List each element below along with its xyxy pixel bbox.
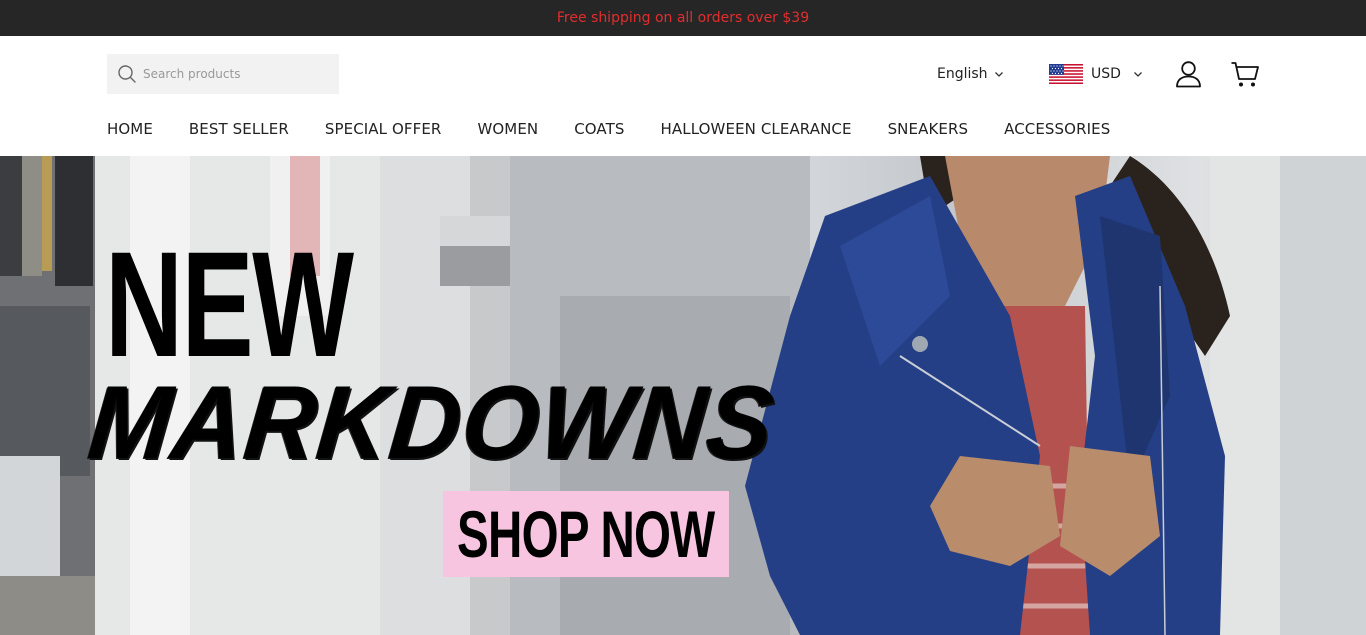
shop-now-button[interactable]: SHOP NOW: [443, 491, 729, 577]
shop-now-label: SHOP NOW: [457, 497, 715, 571]
search-icon[interactable]: [117, 64, 137, 84]
user-icon[interactable]: [1175, 60, 1202, 88]
nav-item-sneakers[interactable]: SNEAKERS: [888, 120, 969, 138]
nav-item-halloween-clearance[interactable]: HALLOWEEN CLEARANCE: [661, 120, 852, 138]
chevron-down-icon: [994, 69, 1004, 79]
site-header: English: [0, 36, 1366, 156]
hero-banner[interactable]: NEW MARKDOWNS SHOP NOW: [0, 156, 1366, 635]
currency-selector[interactable]: USD: [1049, 62, 1143, 86]
language-selector[interactable]: English: [937, 64, 1004, 84]
hero-headline-markdowns: MARKDOWNS: [83, 365, 781, 481]
us-flag-icon: [1049, 64, 1083, 84]
language-label: English: [937, 66, 988, 82]
search-input[interactable]: [143, 67, 323, 81]
nav-item-special-offer[interactable]: SPECIAL OFFER: [325, 120, 442, 138]
main-nav: HOME BEST SELLER SPECIAL OFFER WOMEN COA…: [107, 118, 1146, 140]
nav-item-coats[interactable]: COATS: [574, 120, 624, 138]
cart-icon[interactable]: [1230, 60, 1260, 88]
nav-item-best-seller[interactable]: BEST SELLER: [189, 120, 289, 138]
search-box[interactable]: [107, 54, 339, 94]
nav-item-women[interactable]: WOMEN: [477, 120, 538, 138]
announcement-bar: Free shipping on all orders over $39: [0, 0, 1366, 36]
nav-item-home[interactable]: HOME: [107, 120, 153, 138]
chevron-down-icon: [1133, 69, 1143, 79]
hero-headline-new: NEW: [105, 220, 354, 388]
nav-item-accessories[interactable]: ACCESSORIES: [1004, 120, 1110, 138]
currency-label: USD: [1091, 66, 1121, 82]
announcement-text: Free shipping on all orders over $39: [556, 10, 810, 26]
